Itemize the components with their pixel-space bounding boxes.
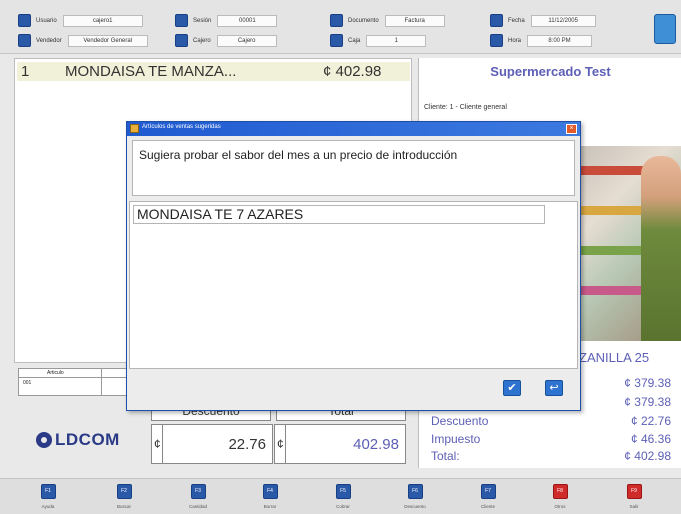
exit-icon: F9	[626, 484, 642, 499]
quantity-icon: F3	[190, 484, 206, 499]
app-icon	[130, 124, 139, 133]
customer-icon: F7	[480, 484, 496, 499]
store-name: Supermercado Test	[490, 64, 611, 79]
discount-row: Descuento ¢ 22.76	[431, 414, 671, 428]
shopper-figure	[641, 156, 681, 341]
company-logo: LDCOM	[36, 430, 120, 450]
f6-button[interactable]: F6 Descuento	[385, 484, 445, 509]
session-icon	[175, 14, 188, 27]
item-description: MONDAISA TE MANZA...	[65, 63, 237, 80]
document-field[interactable]: Documento Factura	[330, 13, 445, 28]
tax-row: Impuesto ¢ 46.36	[431, 432, 671, 446]
mini-grid-cell: 001	[23, 380, 32, 386]
document-icon	[330, 14, 343, 27]
product-name: ZANILLA 25	[579, 350, 650, 365]
f8-button[interactable]: F8 Otros	[530, 484, 590, 509]
client-label: Cliente: 1 - Cliente general	[424, 104, 507, 111]
options-icon: F8	[552, 484, 568, 499]
help-icon: F1	[40, 484, 56, 499]
f9-button[interactable]: F9 Salir	[604, 484, 664, 509]
calendar-icon	[490, 14, 503, 27]
total-box: ¢ 402.98	[274, 424, 406, 464]
suggestion-list[interactable]: MONDAISA TE 7 AZARES	[129, 201, 578, 369]
return-button[interactable]: ↩	[545, 380, 563, 396]
dialog-titlebar[interactable]: Artículos de ventas sugeridas ×	[127, 122, 580, 136]
cashier-icon	[175, 34, 188, 47]
pay-icon: F5	[335, 484, 351, 499]
logo-mark-icon	[36, 432, 52, 448]
clock-icon	[490, 34, 503, 47]
dialog-message: Sugiera probar el sabor del mes a un pre…	[132, 140, 575, 196]
accept-button[interactable]: ✔	[503, 380, 521, 396]
user-icon	[18, 14, 31, 27]
user-field[interactable]: Usuario cajero1	[18, 13, 143, 28]
promo-image	[579, 146, 681, 341]
discount-box: ¢ 22.76	[151, 424, 273, 464]
divider	[162, 425, 163, 463]
list-item[interactable]: 1 MONDAISA TE MANZA... ¢ 402.98	[17, 62, 410, 81]
shelf-decoration	[579, 286, 649, 295]
register-field[interactable]: Caja 1	[330, 33, 427, 48]
suggested-items-dialog[interactable]: Artículos de ventas sugeridas × Sugiera …	[126, 121, 581, 411]
f7-button[interactable]: F7 Cliente	[458, 484, 518, 509]
f1-button[interactable]: F1 Ayuda	[18, 484, 78, 509]
suggestion-item[interactable]: MONDAISA TE 7 AZARES	[133, 205, 545, 224]
f5-button[interactable]: F5 Cobrar	[313, 484, 373, 509]
mini-grid-header: Articulo	[19, 369, 127, 378]
seller-icon	[18, 34, 31, 47]
search-icon: F2	[116, 484, 132, 499]
f4-button[interactable]: F4 Borrar	[240, 484, 300, 509]
item-index: 1	[21, 63, 30, 80]
close-button[interactable]: ×	[566, 124, 577, 134]
date-field[interactable]: Fecha 11/12/2005	[490, 13, 596, 28]
session-field[interactable]: Sesión 00001	[175, 13, 278, 28]
time-field[interactable]: Hora 8:00 PM	[490, 33, 593, 48]
total-row: Total: ¢ 402.98	[431, 449, 671, 463]
shelf-decoration	[579, 246, 649, 255]
item-amount: ¢ 402.98	[323, 63, 382, 80]
f3-button[interactable]: F3 Cantidad	[168, 484, 228, 509]
register-icon	[330, 34, 343, 47]
dialog-title: Artículos de ventas sugeridas	[142, 124, 221, 130]
mini-grid[interactable]: Articulo 001	[18, 368, 128, 396]
seller-field[interactable]: Vendedor Vendedor General	[18, 33, 148, 48]
shelf-decoration	[579, 166, 649, 175]
top-header-bar: Usuario cajero1 Sesión 00001 Documento F…	[0, 0, 681, 54]
shelf-decoration	[579, 206, 649, 215]
discount-icon: F6	[407, 484, 423, 499]
divider	[101, 369, 102, 395]
function-key-bar: F1 Ayuda F2 Buscar F3 Cantidad F4 Borrar…	[0, 478, 681, 514]
store-icon[interactable]	[654, 14, 676, 44]
total-amount: 402.98	[353, 436, 399, 453]
f2-button[interactable]: F2 Buscar	[94, 484, 154, 509]
cashier-field[interactable]: Cajero Cajero	[175, 33, 277, 48]
delete-icon: F4	[262, 484, 278, 499]
divider	[285, 425, 286, 463]
discount-amount: 22.76	[228, 436, 266, 453]
